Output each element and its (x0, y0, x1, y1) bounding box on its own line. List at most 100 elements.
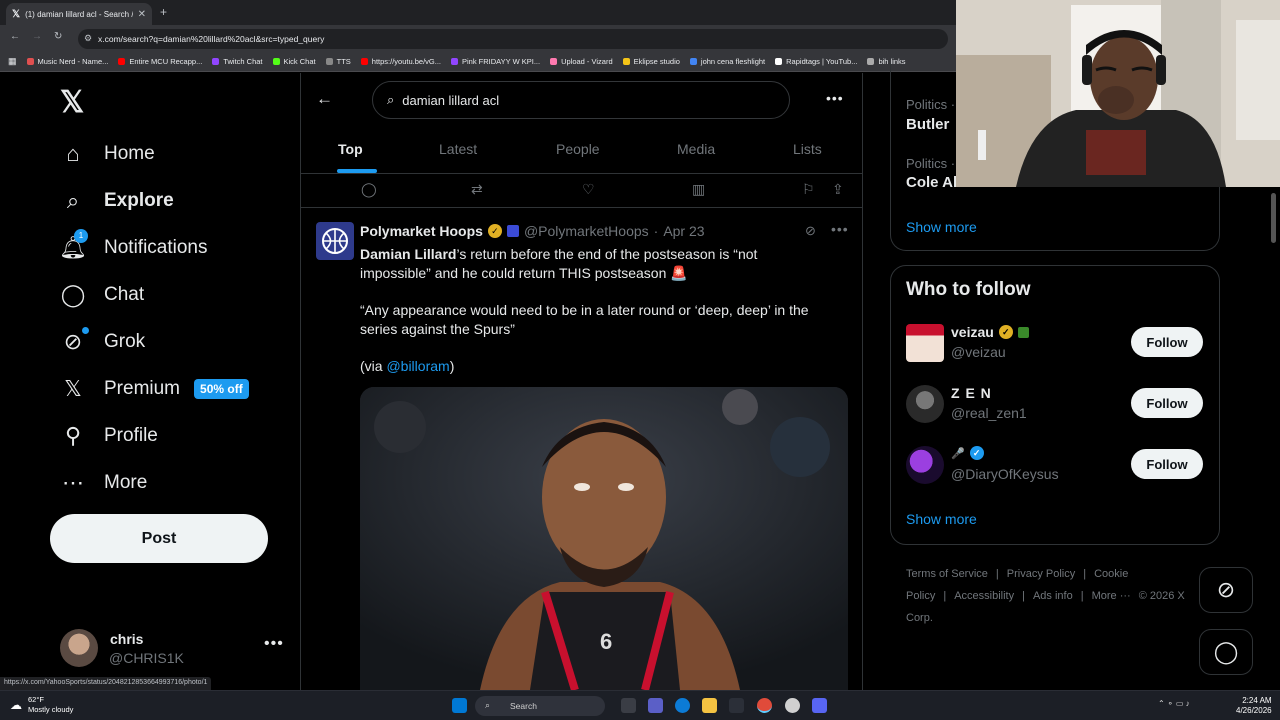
footer-link[interactable]: Accessibility (954, 590, 1014, 602)
back-arrow-icon[interactable]: ← (316, 89, 333, 109)
store-icon[interactable] (729, 698, 744, 713)
new-dot-icon (82, 327, 89, 334)
url-field[interactable]: ⚙ x.com/search?q=damian%20lillard%20acl&… (78, 29, 948, 49)
edge-icon[interactable] (675, 698, 690, 713)
reload-icon[interactable]: ↻ (54, 31, 62, 42)
file-explorer-icon[interactable] (702, 698, 717, 713)
avatar (906, 324, 944, 362)
who-to-follow-title: Who to follow (906, 279, 1031, 300)
chrome-icon[interactable] (757, 698, 772, 713)
follow-suggestion[interactable]: 🎤 ✓ @DiaryOfKeysus Follow (906, 446, 1206, 486)
reply-icon[interactable]: ◯ (361, 181, 377, 198)
footer-link[interactable]: More ··· (1092, 590, 1131, 602)
suggestion-handle: @DiaryOfKeysus (951, 466, 1059, 482)
share-icon[interactable]: ⇪ (832, 181, 844, 198)
follow-button[interactable]: Follow (1131, 388, 1203, 418)
browser-tab[interactable]: 𝕏 (1) damian lillard acl - Search / ✕ (6, 3, 152, 25)
bookmark-item[interactable]: Entire MCU Recapp... (118, 57, 202, 66)
more-dots-icon[interactable]: ••• (826, 90, 844, 106)
back-icon[interactable]: ← (10, 31, 20, 42)
account-handle: @CHRIS1K (109, 650, 184, 666)
divider (862, 73, 863, 690)
bookmark-item[interactable]: Kick Chat (272, 57, 316, 66)
apps-icon[interactable]: ▦ (8, 56, 17, 67)
tab-people[interactable]: People (556, 141, 600, 157)
follow-button[interactable]: Follow (1131, 449, 1203, 479)
tweet-photo[interactable]: 6 (360, 387, 848, 690)
app-icon[interactable] (785, 698, 800, 713)
bookmark-item[interactable]: TTS (325, 57, 351, 66)
account-switcher[interactable]: chris @CHRIS1K ••• (60, 629, 292, 669)
like-icon[interactable]: ♡ (582, 181, 595, 198)
taskbar-search[interactable]: ⌕ Search (475, 696, 605, 716)
copilot-icon[interactable] (648, 698, 663, 713)
views-icon[interactable]: ▥ (692, 181, 705, 198)
bookmark-item[interactable]: https://youtu.be/vG... (360, 57, 441, 66)
search-input[interactable]: ⌕ damian lillard acl (372, 81, 790, 119)
bookmark-favicon-icon (360, 58, 368, 65)
site-info-icon[interactable]: ⚙ (84, 33, 92, 44)
footer-link[interactable]: Privacy Policy (1007, 568, 1075, 580)
more-dots-icon[interactable]: ••• (264, 635, 284, 653)
weather-desc: Mostly cloudy (28, 705, 74, 714)
task-view-icon[interactable] (621, 698, 636, 713)
taskbar-clock[interactable]: 2:24 AM 4/26/2026 (1236, 696, 1272, 716)
webcam-image (956, 0, 1280, 187)
tab-top[interactable]: Top (338, 141, 363, 157)
grok-fab-icon[interactable]: ⊘ (1199, 567, 1253, 613)
taskbar-search-label: Search (510, 701, 537, 711)
sidebar-item-home[interactable]: ⌂ Home (60, 141, 155, 167)
tweet-bold-name[interactable]: Damian Lillard (360, 246, 456, 262)
sidebar-item-explore[interactable]: ⌕ Explore (60, 188, 174, 214)
close-tab-icon[interactable]: ✕ (138, 9, 146, 20)
footer-link[interactable]: Terms of Service (906, 568, 988, 580)
tweet-handle[interactable]: @PolymarketHoops (524, 223, 649, 239)
repost-icon[interactable]: ⇄ (471, 181, 483, 198)
discord-icon[interactable] (812, 698, 827, 713)
bookmark-item[interactable]: Music Nerd - Name... (26, 57, 108, 66)
show-more-link[interactable]: Show more (906, 511, 977, 527)
tab-latest[interactable]: Latest (439, 141, 477, 157)
bookmark-item[interactable]: Upload - Vizard (550, 57, 613, 66)
tray-icons[interactable]: ⌃ ⚬ ▭ ♪ (1158, 699, 1190, 708)
suggestion-name: Z E N (951, 385, 992, 401)
footer-link[interactable]: Ads info (1033, 590, 1073, 602)
scrollbar[interactable] (1271, 193, 1276, 243)
sidebar-item-more[interactable]: ⋯ More (60, 470, 147, 496)
bookmark-item[interactable]: Twitch Chat (212, 57, 263, 66)
bookmark-item[interactable]: Pink FRIDAYY W KPI... (451, 57, 540, 66)
tweet-author[interactable]: Polymarket Hoops (360, 223, 483, 239)
tab-lists[interactable]: Lists (793, 141, 822, 157)
more-dots-icon[interactable]: ••• (831, 221, 849, 237)
follow-suggestion[interactable]: Z E N @real_zen1 Follow (906, 385, 1206, 425)
weather-widget[interactable]: ☁ 62°F Mostly cloudy (10, 695, 73, 715)
forward-icon[interactable]: → (32, 31, 42, 42)
sidebar-item-grok[interactable]: ⊘ Grok (60, 329, 145, 355)
bookmark-favicon-icon (451, 58, 458, 65)
post-button[interactable]: Post (50, 514, 268, 563)
tweet-date[interactable]: Apr 23 (663, 223, 704, 239)
bookmark-item[interactable]: Eklipse studio (622, 57, 680, 66)
sidebar-item-profile[interactable]: ⚲ Profile (60, 423, 158, 449)
premium-discount-badge: 50% off (194, 379, 249, 399)
bookmark-item[interactable]: Rapidtags | YouTub... (775, 57, 857, 66)
follow-suggestion[interactable]: veizau ✓ @veizau Follow (906, 324, 1206, 364)
sidebar-item-label: Home (104, 143, 155, 164)
sidebar-item-premium[interactable]: 𝕏 Premium 50% off (60, 376, 249, 402)
search-icon: ⌕ (485, 700, 491, 710)
tweet-avatar[interactable] (316, 222, 354, 260)
footer-separator: | (1080, 590, 1084, 602)
follow-button[interactable]: Follow (1131, 327, 1203, 357)
search-query: damian lillard acl (402, 92, 500, 108)
chat-fab-icon[interactable]: ◯ (1199, 629, 1253, 675)
via-link[interactable]: @billoram (386, 358, 449, 374)
tab-media[interactable]: Media (677, 141, 715, 157)
sidebar-item-chat[interactable]: ◯ Chat (60, 282, 144, 308)
bookmark-icon[interactable]: ⚐ (802, 181, 815, 198)
new-tab-icon[interactable]: + (160, 5, 167, 19)
grok-icon[interactable]: ⊘ (805, 223, 816, 239)
start-icon[interactable] (452, 698, 467, 713)
bookmark-item[interactable]: john cena fleshlight (689, 57, 765, 66)
dot-separator: · (653, 223, 659, 239)
x-logo-icon[interactable]: 𝕏 (60, 85, 84, 120)
